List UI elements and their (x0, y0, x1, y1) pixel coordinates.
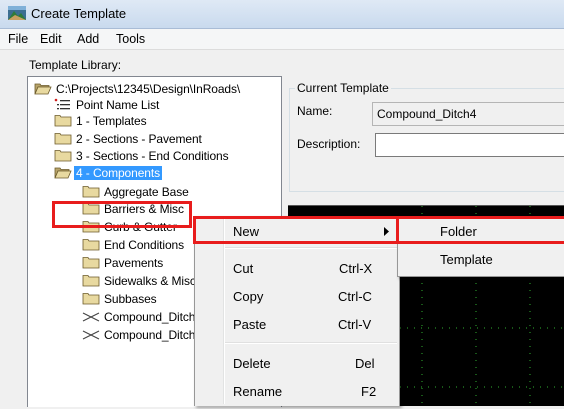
tree-item-label: 2 - Sections - Pavement (76, 132, 202, 146)
tree-item-label: Aggregate Base (104, 185, 189, 199)
point-list-icon (54, 98, 70, 110)
name-field[interactable]: Compound_Ditch4 (372, 102, 564, 126)
tree-item-label: End Conditions (104, 238, 184, 252)
menu-item-label: Delete (233, 356, 271, 371)
menu-add[interactable]: Add (77, 32, 99, 46)
folder-icon (82, 186, 100, 198)
menu-item-label: Rename (233, 384, 283, 399)
window-title: Create Template (31, 6, 127, 21)
tree-item-label: C:\Projects\12345\Design\InRoads\ (56, 82, 241, 96)
menu-file[interactable]: File (8, 32, 28, 46)
template-icon (82, 330, 100, 340)
template-icon (82, 312, 100, 322)
callout-box-folder (396, 216, 564, 244)
menu-separator (225, 247, 397, 249)
tree-item-label: 3 - Sections - End Conditions (76, 149, 229, 163)
folder-icon (54, 133, 72, 145)
menu-item-delete[interactable]: Delete Del (197, 351, 395, 375)
menu-item-paste[interactable]: Paste Ctrl-V (197, 312, 395, 336)
description-field[interactable] (375, 133, 564, 157)
tree-item-label: Compound_Ditch (104, 310, 196, 324)
tree-item-label: Pavements (104, 256, 164, 270)
tree-item-label: 4 - Components (74, 166, 162, 180)
context-menu: New Cut Ctrl-X Copy Ctrl-C Paste Ctrl-V … (194, 216, 400, 406)
menu-item-label: Paste (233, 317, 267, 332)
menu-item-label: Cut (233, 261, 254, 276)
app-icon (8, 6, 26, 20)
menu-tools[interactable]: Tools (116, 32, 145, 46)
menu-item-shortcut: Ctrl-X (339, 261, 373, 276)
name-label: Name: (297, 104, 333, 118)
folder-icon (82, 239, 100, 251)
open-folder-icon (54, 167, 72, 179)
tree-item-label: Sidewalks & Misc (104, 274, 196, 288)
menu-item-shortcut: Del (355, 356, 375, 371)
menu-separator (225, 342, 397, 344)
open-folder-icon (34, 83, 52, 95)
name-value: Compound_Ditch4 (377, 107, 477, 121)
menu-item-label: Copy (233, 289, 264, 304)
template-library-label: Template Library: (29, 58, 122, 72)
folder-icon (82, 293, 100, 305)
current-template-label: Current Template (295, 81, 391, 95)
folder-icon (82, 275, 100, 287)
menu-item-shortcut: Ctrl-V (338, 317, 372, 332)
tree-item-label: Point Name List (76, 98, 160, 112)
menu-item-copy[interactable]: Copy Ctrl-C (197, 284, 395, 308)
menu-edit[interactable]: Edit (40, 32, 62, 46)
menu-item-shortcut: Ctrl-C (338, 289, 372, 304)
tree-item-label: Compound_Ditch (104, 328, 196, 342)
menu-bar: File Edit Add Tools (0, 29, 564, 50)
title-bar: Create Template (0, 0, 564, 29)
menu-item-template[interactable]: Template (400, 247, 564, 271)
menu-item-label: Template (440, 252, 493, 267)
tree-item-label: 1 - Templates (76, 114, 147, 128)
folder-icon (54, 150, 72, 162)
description-label: Description: (297, 137, 361, 151)
tree-item-label: Subbases (104, 292, 157, 306)
menu-item-shortcut: F2 (361, 384, 377, 399)
folder-icon (82, 257, 100, 269)
folder-icon (54, 115, 72, 127)
menu-item-rename[interactable]: Rename F2 (197, 379, 395, 403)
menu-item-cut[interactable]: Cut Ctrl-X (197, 256, 395, 280)
callout-box-new (193, 216, 401, 244)
callout-box-components (52, 201, 192, 228)
